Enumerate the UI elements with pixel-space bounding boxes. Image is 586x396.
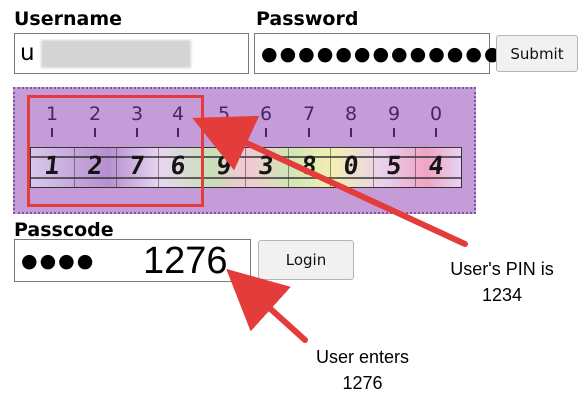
pin-arrow — [192, 115, 468, 247]
enter-note-line2: 1276 — [342, 373, 383, 393]
pin-note-line1: User's PIN is — [450, 259, 554, 279]
pin-note-line2: 1234 — [481, 285, 523, 305]
enter-arrow — [226, 268, 308, 343]
enter-note: User enters 1276 — [295, 344, 430, 396]
enter-note-line1: User enters — [315, 347, 410, 367]
annotation-arrows — [192, 115, 468, 343]
pin-note: User's PIN is 1234 — [432, 256, 572, 308]
